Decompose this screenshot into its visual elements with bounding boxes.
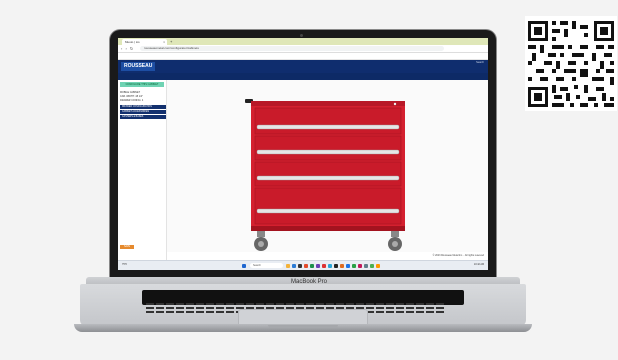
drawer-config-button[interactable]: DRAWER CONFIGURATION — [120, 105, 166, 109]
config-line: CAB. WIDTH: 48 1/4" — [120, 95, 143, 98]
file-explorer-icon[interactable] — [286, 264, 290, 268]
copyright-text: © 2023 Rousseau Metal Inc. - All rights … — [432, 254, 484, 257]
accessories-button[interactable]: CABINET ACCESSORIES — [120, 110, 166, 114]
drawers — [254, 107, 402, 225]
app-icon[interactable] — [310, 264, 314, 268]
taskbar-search[interactable]: Search — [250, 263, 283, 268]
qr-code-graphic — [528, 21, 614, 107]
navigation-buttons[interactable]: ‹ › ↻ — [121, 45, 134, 52]
app-icon[interactable] — [322, 264, 326, 268]
app-icon[interactable] — [316, 264, 320, 268]
app-icon[interactable] — [340, 264, 344, 268]
app-icon[interactable] — [328, 264, 332, 268]
site-nav: PRODUCTS INDUSTRIES CATALOG CONFIGURATOR… — [118, 73, 488, 89]
taskbar-clock[interactable]: 10:42 AM — [474, 263, 484, 266]
app-icon[interactable] — [334, 264, 338, 268]
browser-tab-title: Muuto | Lis — [125, 40, 140, 44]
cabinet-render — [245, 99, 405, 251]
webcam — [300, 34, 303, 37]
casters-button[interactable]: CASTERS & BASES — [120, 115, 166, 119]
site-header: ROUSSEAU Search — [118, 60, 488, 73]
app-icon[interactable] — [298, 264, 302, 268]
app-icon[interactable] — [370, 264, 374, 268]
new-tab-icon[interactable]: + — [170, 38, 172, 45]
config-line: MOBILE CABINET — [120, 91, 141, 94]
site-logo[interactable]: ROUSSEAU — [121, 62, 156, 71]
edge-icon[interactable] — [292, 264, 296, 268]
bookmarks-bar: Import favorites Rousseau Google Maps Yo… — [118, 53, 488, 67]
weather-widget[interactable]: 75°F — [122, 263, 127, 266]
browser-tab-bar: Muuto | Lis × + — [118, 38, 488, 45]
laptop-screen: Muuto | Lis × + ‹ › ↻ rousseaumetal.com/… — [118, 38, 488, 270]
config-line: DRAWER CONFIG: 4 — [120, 99, 144, 102]
keyboard — [142, 290, 464, 313]
configure-button[interactable]: CONFIGURE THIS CABINET — [120, 82, 164, 87]
save-button[interactable]: SAVE — [120, 245, 134, 249]
scene: Muuto | Lis × + ‹ › ↻ rousseaumetal.com/… — [0, 0, 618, 360]
app-icon[interactable] — [376, 264, 380, 268]
qr-code — [525, 16, 617, 111]
laptop-lid: Muuto | Lis × + ‹ › ↻ rousseaumetal.com/… — [110, 30, 496, 280]
configurator-sidebar: CONFIGURE THIS CABINET MOBILE CABINET CA… — [118, 80, 167, 270]
app-icon[interactable] — [352, 264, 356, 268]
lid-opening-notch — [268, 325, 338, 328]
url-field[interactable]: rousseaumetal.com/configurator/cabinets — [140, 46, 444, 51]
windows-start-icon[interactable] — [242, 264, 246, 268]
address-bar: ‹ › ↻ rousseaumetal.com/configurator/cab… — [118, 45, 488, 53]
app-icon[interactable] — [364, 264, 368, 268]
header-search-link[interactable]: Search — [476, 61, 484, 64]
taskbar: 75°F Search 10:42 AM — [118, 260, 488, 270]
chrome-icon[interactable] — [346, 264, 350, 268]
app-icon[interactable] — [304, 264, 308, 268]
laptop-brand-label: MacBook Pro — [290, 279, 327, 285]
product-viewer[interactable] — [167, 80, 488, 252]
casters — [254, 231, 402, 251]
app-icon[interactable] — [358, 264, 362, 268]
